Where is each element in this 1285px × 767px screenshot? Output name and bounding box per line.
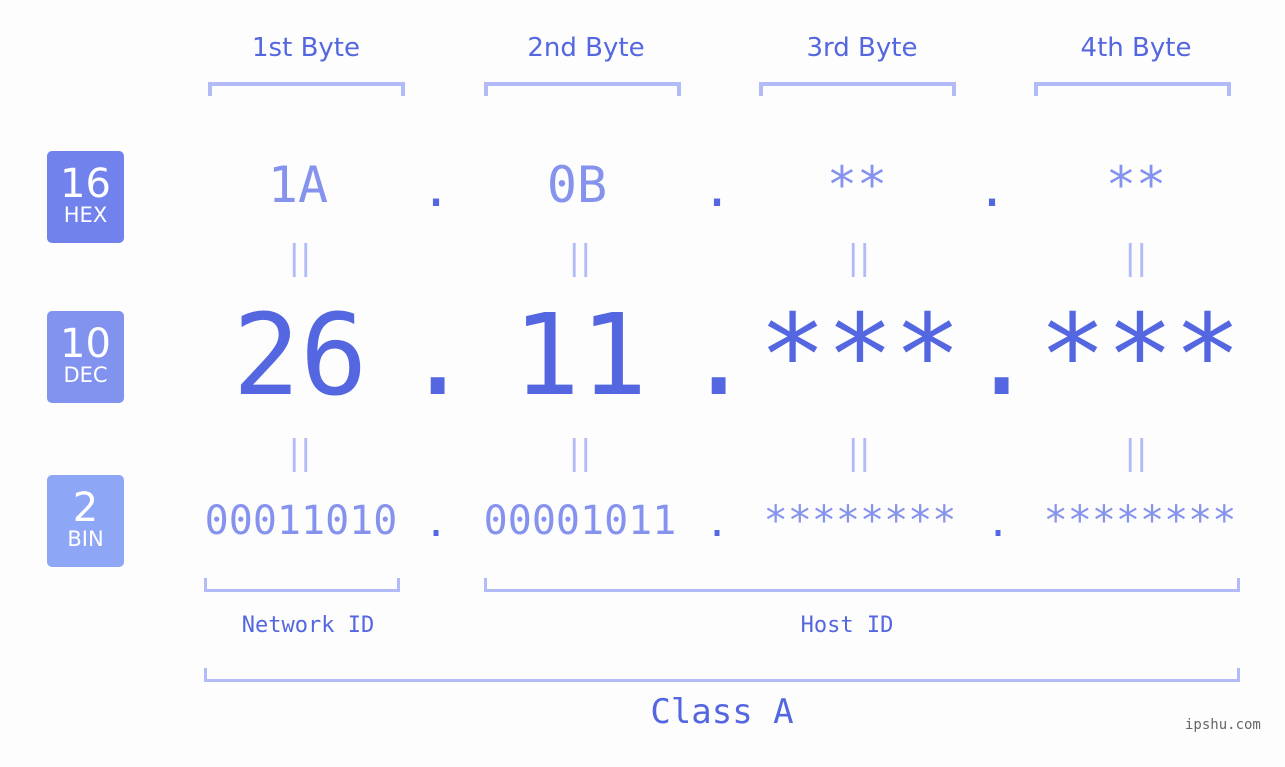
dec-separator-3: . <box>968 291 1036 421</box>
equals-dec-bin-4: || <box>1124 433 1148 473</box>
dec-base-number: 10 <box>60 321 111 367</box>
equals-dec-bin-3: || <box>847 433 871 473</box>
hex-byte-3: ** <box>826 156 888 214</box>
bin-byte-1: 00011010 <box>204 498 398 544</box>
byte-4-bracket <box>1034 82 1231 96</box>
byte-2-bracket <box>484 82 681 96</box>
hex-base-label: HEX <box>63 203 108 227</box>
byte-2-label: 2nd Byte <box>527 33 645 63</box>
equals-dec-bin-2: || <box>568 433 592 473</box>
hex-separator-3: . <box>976 160 1008 218</box>
equals-hex-dec-4: || <box>1124 238 1148 278</box>
hex-separator-2: . <box>701 160 733 218</box>
class-bracket <box>204 668 1240 682</box>
host-id-bracket <box>484 578 1240 592</box>
dec-byte-4: *** <box>1038 291 1242 421</box>
dec-separator-2: . <box>685 291 753 421</box>
dec-byte-2: 11 <box>512 291 648 421</box>
bin-byte-2: 00001011 <box>483 498 677 544</box>
hex-badge: 16 HEX <box>47 151 124 243</box>
byte-4-label: 4th Byte <box>1080 33 1192 63</box>
bin-byte-3: ******** <box>763 498 957 544</box>
byte-1-label: 1st Byte <box>252 33 360 63</box>
host-id-label: Host ID <box>800 613 894 638</box>
hex-base-number: 16 <box>60 161 111 207</box>
equals-hex-dec-1: || <box>288 238 312 278</box>
equals-hex-dec-3: || <box>847 238 871 278</box>
class-label: Class A <box>650 692 794 732</box>
bin-base-label: BIN <box>67 527 104 551</box>
hex-byte-2: 0B <box>546 156 608 214</box>
byte-3-bracket <box>759 82 956 96</box>
bin-separator-3: . <box>985 500 1011 546</box>
equals-dec-bin-1: || <box>288 433 312 473</box>
byte-3-label: 3rd Byte <box>806 33 918 63</box>
dec-base-label: DEC <box>63 363 108 387</box>
bin-base-number: 2 <box>72 485 99 531</box>
equals-hex-dec-2: || <box>568 238 592 278</box>
network-id-label: Network ID <box>241 613 375 638</box>
dec-byte-3: *** <box>758 291 962 421</box>
dec-badge: 10 DEC <box>47 311 124 403</box>
bin-separator-1: . <box>423 500 449 546</box>
bin-badge: 2 BIN <box>47 475 124 567</box>
dec-byte-1: 26 <box>232 291 368 421</box>
dec-separator-1: . <box>404 291 472 421</box>
hex-byte-1: 1A <box>267 156 329 214</box>
bin-byte-4: ******** <box>1043 498 1237 544</box>
hex-separator-1: . <box>420 160 452 218</box>
watermark: ipshu.com <box>1185 717 1261 733</box>
network-id-bracket <box>204 578 400 592</box>
hex-byte-4: ** <box>1105 156 1167 214</box>
byte-1-bracket <box>208 82 405 96</box>
bin-separator-2: . <box>704 500 730 546</box>
